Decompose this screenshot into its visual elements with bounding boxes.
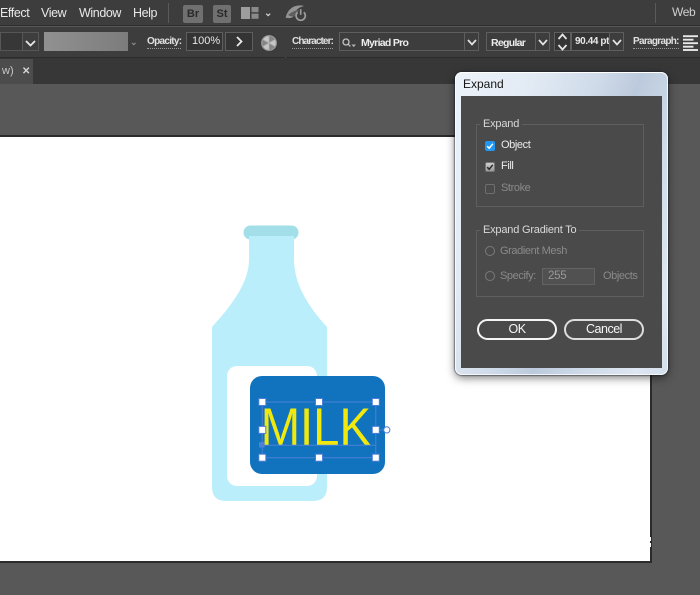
svg-text:MILK: MILK — [261, 398, 371, 457]
